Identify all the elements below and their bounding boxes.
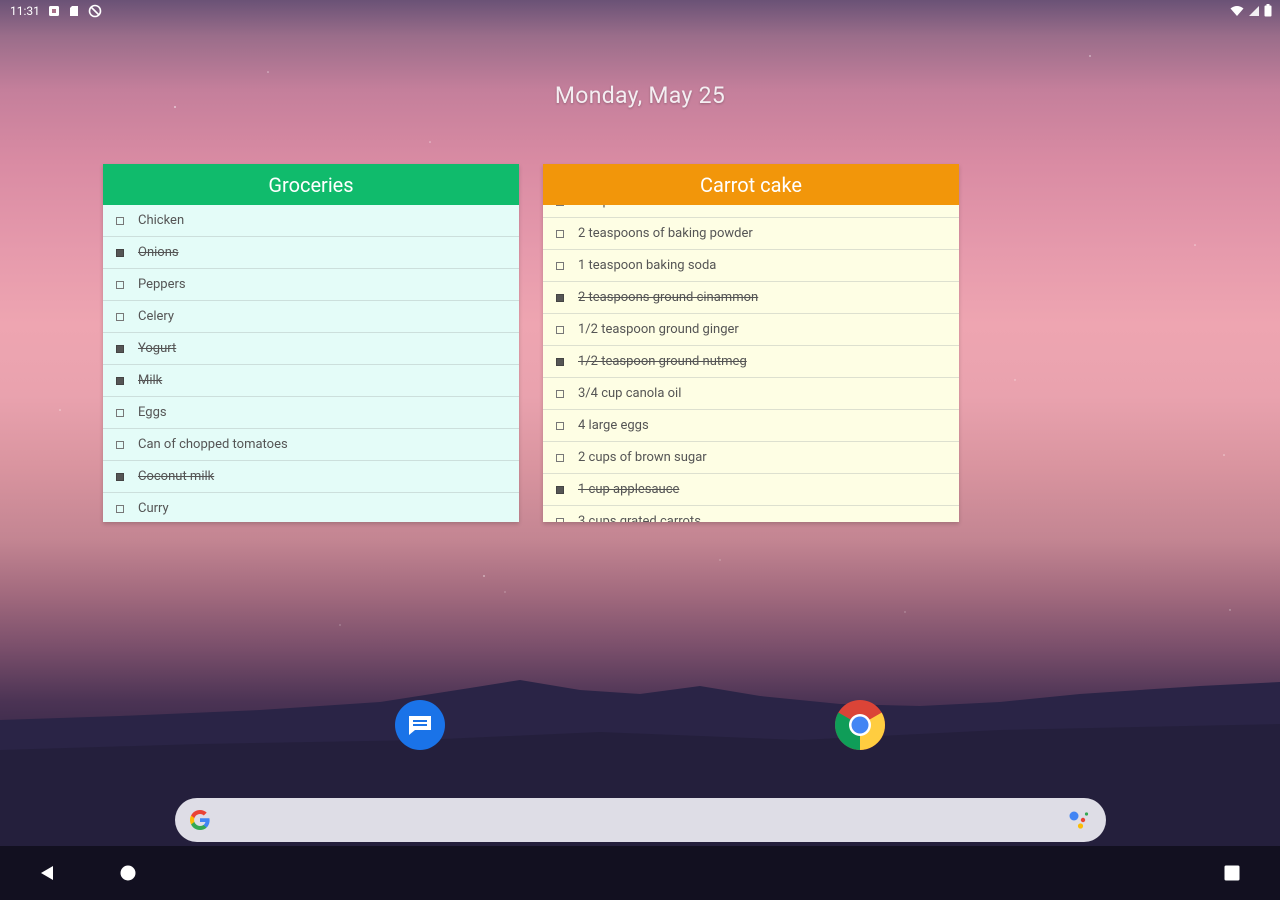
list-item[interactable]: 2 cups of brown sugar <box>543 442 959 474</box>
checkbox[interactable] <box>556 421 564 430</box>
checked-checkbox[interactable] <box>556 357 564 366</box>
list-item-text: 3/4 cup canola oil <box>578 386 682 401</box>
carrot-cake-widget-title: Carrot cake <box>699 172 803 197</box>
list-item-text: 2 cups of brown sugar <box>578 450 707 465</box>
list-item-text: 4 large eggs <box>578 418 649 433</box>
checkbox[interactable] <box>556 453 564 462</box>
checkbox[interactable] <box>116 504 124 513</box>
list-item-text: Coconut milk <box>138 469 215 484</box>
carrot-cake-list[interactable]: 2 cups of flour 2 teaspoons of baking pow… <box>543 205 959 522</box>
list-item[interactable]: 2 cups of flour <box>543 205 959 218</box>
list-item[interactable]: Peppers <box>103 269 519 301</box>
list-item[interactable]: Onions <box>103 237 519 269</box>
checked-checkbox[interactable] <box>556 485 564 494</box>
list-item-text: 1/2 teaspoon ground nutmeg <box>578 354 747 369</box>
wifi-icon <box>1230 5 1244 16</box>
list-item[interactable]: 1 teaspoon baking soda <box>543 250 959 282</box>
list-item-text: 1 cup applesauce <box>578 482 680 497</box>
checkbox[interactable] <box>556 229 564 238</box>
list-item-text: Chicken <box>138 213 185 228</box>
do-not-disturb-icon <box>88 4 102 18</box>
list-item[interactable]: Chicken <box>103 205 519 237</box>
list-item-text: Peppers <box>138 277 186 292</box>
status-bar: 11:31 <box>0 0 1280 26</box>
status-right <box>1230 4 1272 17</box>
list-item[interactable]: 3/4 cup canola oil <box>543 378 959 410</box>
checked-checkbox[interactable] <box>556 293 564 302</box>
google-search-bar[interactable] <box>175 798 1106 842</box>
status-time: 11:31 <box>10 4 40 18</box>
google-assistant-icon[interactable] <box>1066 808 1092 832</box>
groceries-list[interactable]: Chicken Onions Peppers Celery Yogurt Milk Eggs… <box>103 205 519 522</box>
groceries-widget[interactable]: Groceries Chicken Onions Peppers Celery Yogu… <box>103 164 519 522</box>
list-item-text: Onions <box>138 245 179 260</box>
checkbox[interactable] <box>116 216 124 225</box>
list-item[interactable]: 2 teaspoons ground cinammon <box>543 282 959 314</box>
home-date[interactable]: Monday, May 25 <box>0 82 1280 109</box>
list-item[interactable]: Curry <box>103 493 519 522</box>
checkbox[interactable] <box>556 389 564 398</box>
list-item-text: Curry <box>138 501 169 516</box>
groceries-widget-header[interactable]: Groceries <box>103 164 519 205</box>
list-item[interactable]: 4 large eggs <box>543 410 959 442</box>
navigation-bar <box>0 846 1280 900</box>
list-item[interactable]: Can of chopped tomatoes <box>103 429 519 461</box>
messages-icon <box>409 716 431 735</box>
list-item-text: Yogurt <box>138 341 177 356</box>
recents-button[interactable] <box>1222 863 1242 883</box>
list-item-text: Eggs <box>138 405 167 420</box>
chrome-icon <box>835 700 885 750</box>
list-item-text: Celery <box>138 309 175 324</box>
list-item-text: 2 teaspoons of baking powder <box>578 226 753 241</box>
checked-checkbox[interactable] <box>116 472 124 481</box>
list-item-text: 3 cups grated carrots <box>578 514 701 522</box>
list-item-text: 2 cups of flour <box>578 205 661 209</box>
list-item[interactable]: Yogurt <box>103 333 519 365</box>
battery-icon <box>1264 4 1272 17</box>
back-button[interactable] <box>37 863 57 883</box>
status-left: 11:31 <box>10 4 102 18</box>
checkbox[interactable] <box>556 325 564 334</box>
checkbox[interactable] <box>116 440 124 449</box>
list-item[interactable]: 3 cups grated carrots <box>543 506 959 522</box>
carrot-cake-widget-header[interactable]: Carrot cake <box>543 164 959 205</box>
list-item-text: 1/2 teaspoon ground ginger <box>578 322 739 337</box>
list-item[interactable]: 1 cup applesauce <box>543 474 959 506</box>
checkbox[interactable] <box>556 205 564 206</box>
checkbox[interactable] <box>556 517 564 522</box>
checked-checkbox[interactable] <box>116 376 124 385</box>
list-item[interactable]: 2 teaspoons of baking powder <box>543 218 959 250</box>
home-button[interactable] <box>118 863 138 883</box>
checked-checkbox[interactable] <box>116 248 124 257</box>
list-item-text: 1 teaspoon baking soda <box>578 258 717 273</box>
list-item-text: Can of chopped tomatoes <box>138 437 288 452</box>
messages-app-icon[interactable] <box>395 700 445 750</box>
checkbox[interactable] <box>116 408 124 417</box>
notification-icon <box>48 6 59 16</box>
checkbox[interactable] <box>116 312 124 321</box>
groceries-widget-title: Groceries <box>268 172 354 197</box>
list-item[interactable]: Celery <box>103 301 519 333</box>
list-item[interactable]: 1/2 teaspoon ground ginger <box>543 314 959 346</box>
list-item-text: Milk <box>138 373 163 388</box>
checked-checkbox[interactable] <box>116 344 124 353</box>
list-item[interactable]: 1/2 teaspoon ground nutmeg <box>543 346 959 378</box>
signal-icon <box>1249 5 1259 16</box>
carrot-cake-widget[interactable]: Carrot cake 2 cups of flour 2 teaspoons o… <box>543 164 959 522</box>
list-item[interactable]: Eggs <box>103 397 519 429</box>
sd-card-icon <box>69 6 78 16</box>
chrome-app-icon[interactable] <box>835 700 885 750</box>
list-item-text: 2 teaspoons ground cinammon <box>578 290 759 305</box>
list-item[interactable]: Milk <box>103 365 519 397</box>
checkbox[interactable] <box>556 261 564 270</box>
checkbox[interactable] <box>116 280 124 289</box>
list-item[interactable]: Coconut milk <box>103 461 519 493</box>
google-g-icon[interactable] <box>188 808 212 832</box>
